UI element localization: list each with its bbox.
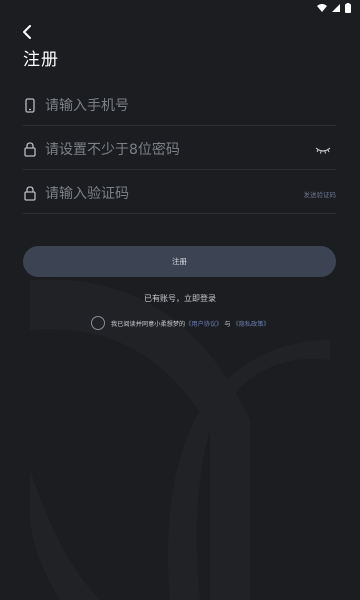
code-input[interactable] (45, 185, 304, 202)
phone-input[interactable] (45, 97, 336, 114)
back-button[interactable] (16, 22, 38, 44)
lock-icon (23, 142, 37, 158)
send-code-button[interactable]: 发送验证码 (304, 189, 337, 199)
password-field[interactable] (23, 130, 336, 170)
agreement-row: 我已阅读并同意小柔想梦的《用户协议》 与 《隐私政策》 (91, 316, 270, 330)
register-button[interactable]: 注册 (23, 246, 336, 277)
agreement-text: 我已阅读并同意小柔想梦的《用户协议》 与 《隐私政策》 (111, 319, 270, 328)
lock-icon (23, 186, 37, 202)
login-link[interactable]: 已有账号，立即登录 (0, 293, 360, 304)
status-bar (0, 0, 360, 16)
battery-icon (345, 3, 351, 13)
eye-closed-icon[interactable] (314, 144, 332, 156)
user-agreement-link[interactable]: 《用户协议》 (185, 321, 222, 328)
privacy-policy-link[interactable]: 《隐私政策》 (233, 321, 270, 328)
code-field[interactable]: 发送验证码 (23, 174, 336, 214)
agreement-checkbox[interactable] (91, 316, 105, 330)
signal-icon (332, 4, 340, 12)
chevron-left-icon (22, 24, 32, 43)
agreement-conjunction: 与 (224, 320, 231, 328)
page-title: 注册 (23, 50, 59, 70)
phone-icon (23, 98, 37, 114)
password-input[interactable] (45, 141, 314, 158)
phone-field[interactable] (23, 86, 336, 126)
wifi-icon (317, 4, 327, 12)
agreement-prefix: 我已阅读并同意小柔想梦的 (111, 320, 186, 328)
